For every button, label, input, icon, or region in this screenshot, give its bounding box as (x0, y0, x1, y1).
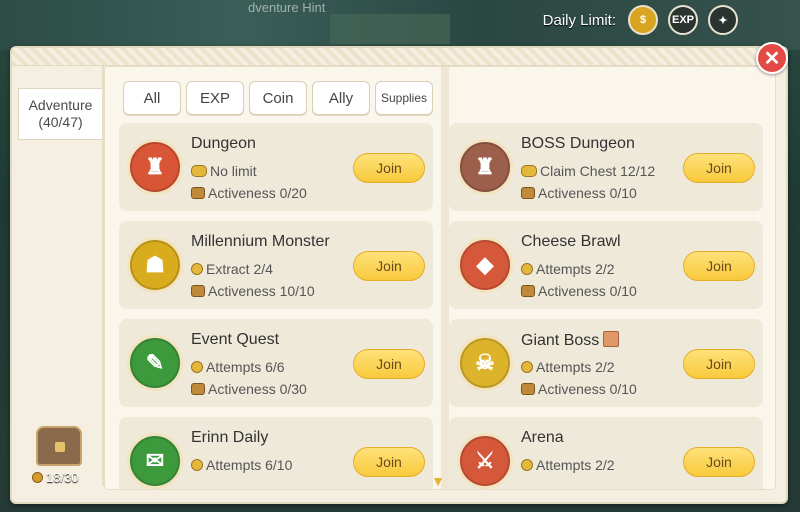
person-icon (191, 361, 203, 373)
join-button[interactable]: Join (353, 251, 425, 281)
person-icon (521, 361, 533, 373)
activity-activeness: Activeness 0/10 (521, 381, 637, 397)
person-icon (521, 263, 533, 275)
activity-activeness: Activeness 0/30 (191, 381, 307, 397)
arena-icon: ⚔ (457, 433, 513, 489)
activity-card-giant-boss: ☠ Giant Boss Attempts 2/2 Activeness 0/1… (449, 319, 763, 407)
ally-limit-icon[interactable]: ✦ (708, 5, 738, 35)
activity-limit: No limit (191, 163, 257, 179)
activity-card-event-quest: ✎ Event Quest Attempts 6/6 Activeness 0/… (119, 319, 433, 407)
column-divider (441, 67, 449, 489)
join-button[interactable]: Join (683, 251, 755, 281)
join-button[interactable]: Join (353, 153, 425, 183)
activity-limit: Claim Chest 12/12 (521, 163, 655, 179)
dungeon-icon: ♜ (127, 139, 183, 195)
activity-limit: Attempts 2/2 (521, 261, 615, 277)
activity-card-dungeon: ♜ Dungeon No limit Activeness 0/20 Join (119, 123, 433, 211)
daily-limit-label: Daily Limit: (542, 11, 616, 29)
medal-icon (191, 187, 205, 199)
chest-icon[interactable] (36, 426, 82, 466)
activity-title: Dungeon (191, 135, 256, 152)
activity-card-boss-dungeon: ♜ BOSS Dungeon Claim Chest 12/12 Activen… (449, 123, 763, 211)
event-quest-icon: ✎ (127, 335, 183, 391)
scroll-down-icon[interactable]: ▼ (426, 473, 450, 489)
adventure-hint-text: dventure Hint (248, 0, 326, 15)
close-button[interactable]: ✕ (756, 42, 788, 74)
people-icon (521, 165, 537, 177)
exp-limit-icon[interactable]: EXP (668, 5, 698, 35)
activity-activeness: Activeness 0/20 (191, 185, 307, 201)
coin-limit-icon[interactable]: $ (628, 5, 658, 35)
person-icon (521, 459, 533, 471)
activity-activeness: Activeness 10/10 (191, 283, 315, 299)
join-button[interactable]: Join (683, 349, 755, 379)
tab-exp[interactable]: EXP (186, 81, 244, 115)
activity-card-millennium-monster: ☗ Millennium Monster Extract 2/4 Activen… (119, 221, 433, 309)
tab-all[interactable]: All (123, 81, 181, 115)
join-button[interactable]: Join (683, 153, 755, 183)
hourglass-icon (603, 331, 620, 347)
activity-card-arena: ⚔ Arena Attempts 2/2 Join (449, 417, 763, 489)
activity-title: Giant Boss (521, 331, 620, 350)
tab-supplies[interactable]: Supplies (375, 81, 433, 115)
activity-limit: Attempts 6/6 (191, 359, 285, 375)
activity-title: Erinn Daily (191, 429, 269, 446)
giant-boss-icon: ☠ (457, 335, 513, 391)
activity-list: All EXP Coin Ally Supplies ♜ Dungeon No … (104, 66, 776, 490)
chest-counter: 18/30 (32, 470, 79, 485)
join-button[interactable]: Join (683, 447, 755, 477)
side-tab-count: (40/47) (38, 114, 83, 130)
activity-card-cheese-brawl: ◆ Cheese Brawl Attempts 2/2 Activeness 0… (449, 221, 763, 309)
activity-limit: Extract 2/4 (191, 261, 273, 277)
person-icon (191, 263, 203, 275)
medal-icon (32, 472, 43, 483)
filter-tabs: All EXP Coin Ally Supplies (123, 81, 433, 115)
side-tab-label: Adventure (28, 97, 93, 113)
join-button[interactable]: Join (353, 349, 425, 379)
millennium-monster-icon: ☗ (127, 237, 183, 293)
medal-icon (191, 285, 205, 297)
medal-icon (521, 187, 535, 199)
person-icon (191, 459, 203, 471)
activity-title: Cheese Brawl (521, 233, 621, 250)
daily-limit-bar: Daily Limit: $ EXP ✦ (543, 5, 738, 35)
activity-limit: Attempts 6/10 (191, 457, 292, 473)
activity-title: Event Quest (191, 331, 280, 348)
panel-border-decoration (12, 48, 786, 66)
medal-icon (191, 383, 205, 395)
boss-dungeon-icon: ♜ (457, 139, 513, 195)
activity-card-erinn-daily: ✉ Erinn Daily Attempts 6/10 Join (119, 417, 433, 489)
erinn-daily-icon: ✉ (127, 433, 183, 489)
activity-limit: Attempts 2/2 (521, 359, 615, 375)
side-tab-adventure[interactable]: Adventure (40/47) (18, 88, 102, 140)
people-icon (191, 165, 207, 177)
activity-title: Arena (521, 429, 564, 446)
medal-icon (521, 285, 535, 297)
cheese-brawl-icon: ◆ (457, 237, 513, 293)
tab-coin[interactable]: Coin (249, 81, 307, 115)
medal-icon (521, 383, 535, 395)
activity-activeness: Activeness 0/10 (521, 283, 637, 299)
chest-count-value: 18/30 (46, 470, 79, 485)
tab-ally[interactable]: Ally (312, 81, 370, 115)
join-button[interactable]: Join (353, 447, 425, 477)
activity-activeness: Activeness 0/10 (521, 185, 637, 201)
activity-title: BOSS Dungeon (521, 135, 635, 152)
activity-limit: Attempts 2/2 (521, 457, 615, 473)
activity-title: Millennium Monster (191, 233, 330, 250)
